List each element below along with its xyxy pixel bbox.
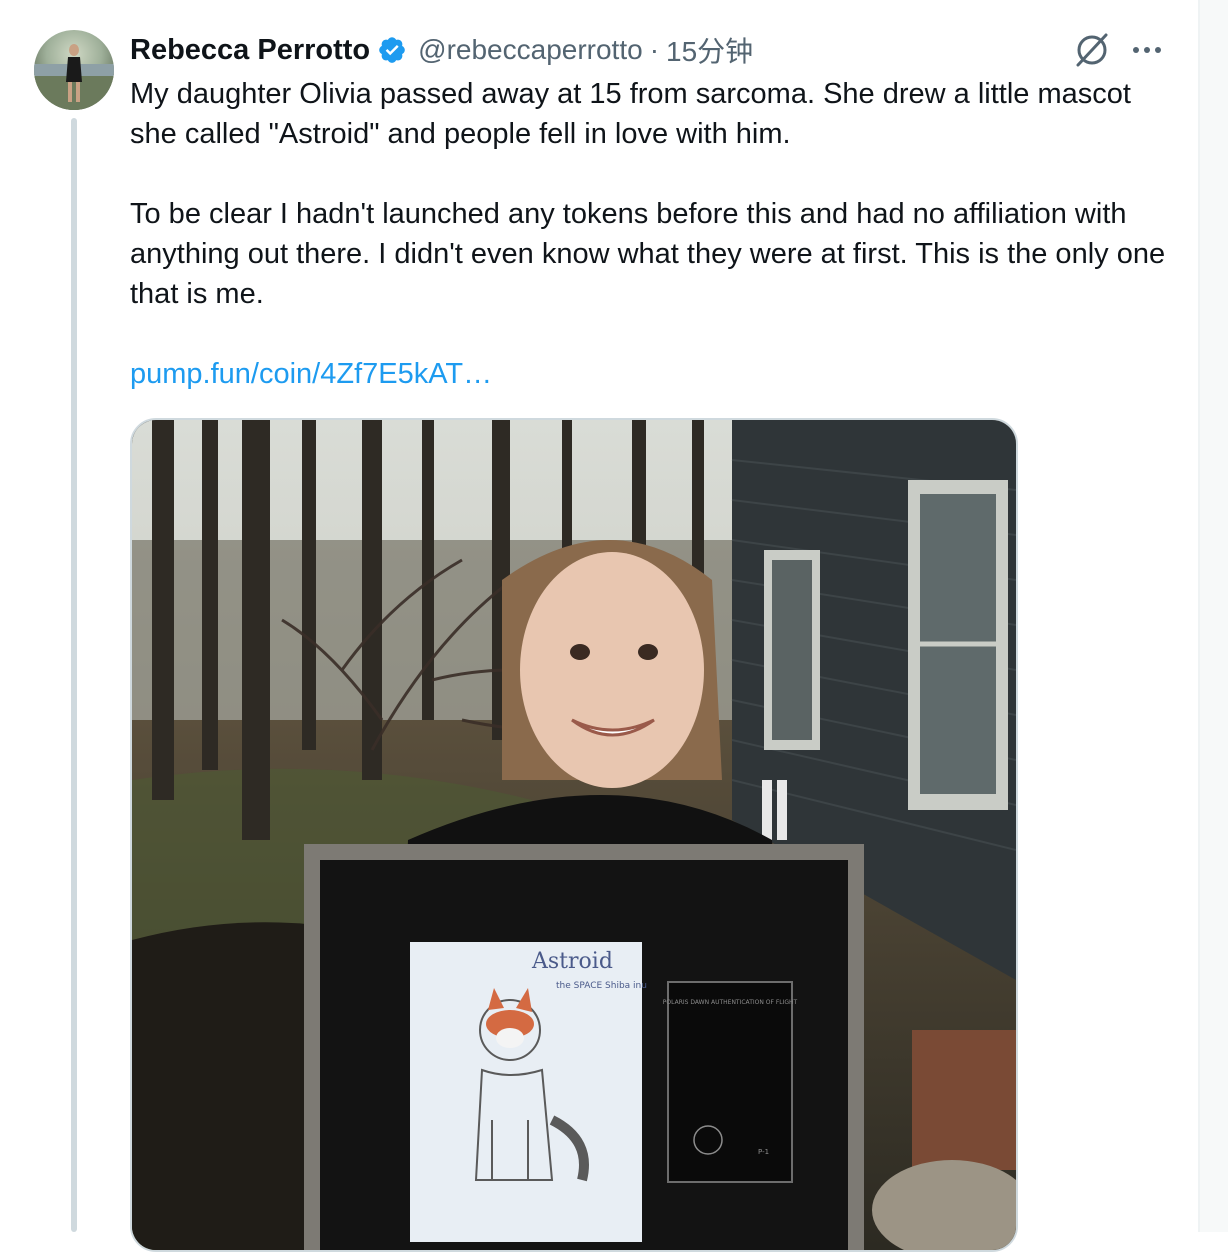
author-name[interactable]: Rebecca Perrotto: [130, 34, 370, 67]
drawing-title: Astroid: [531, 949, 613, 974]
tweet-header: Rebecca Perrotto @rebeccaperrotto · 15分钟: [130, 30, 753, 70]
tweet-text: My daughter Olivia passed away at 15 fro…: [130, 74, 1170, 394]
author-handle[interactable]: @rebeccaperrotto: [418, 34, 643, 66]
tweet-paragraph-2: To be clear I hadn't launched any tokens…: [130, 198, 1166, 310]
certificate-title: POLARIS DAWN AUTHENTICATION OF FLIGHT: [663, 999, 798, 1006]
tweet-photo[interactable]: Astroid the SPACE Shiba inu POLARIS DAWN…: [130, 418, 1018, 1252]
avatar[interactable]: [34, 30, 114, 110]
more-icon[interactable]: [1130, 36, 1164, 64]
tweet[interactable]: Rebecca Perrotto @rebeccaperrotto · 15分钟…: [0, 0, 1198, 1252]
column-border: [1198, 0, 1200, 1232]
separator-dot: ·: [649, 34, 660, 65]
verified-badge-icon: [377, 35, 407, 65]
certificate-code: P-1: [758, 1148, 769, 1156]
right-background: [1200, 0, 1228, 1232]
timestamp[interactable]: 15分钟: [666, 30, 753, 70]
thread-line: [71, 118, 77, 1232]
drawing-subtitle: the SPACE Shiba inu: [556, 981, 647, 991]
grok-icon[interactable]: [1072, 30, 1112, 70]
tweet-link[interactable]: pump.fun/coin/4Zf7E5kAT…: [130, 358, 492, 390]
tweet-paragraph-1: My daughter Olivia passed away at 15 fro…: [130, 78, 1131, 150]
